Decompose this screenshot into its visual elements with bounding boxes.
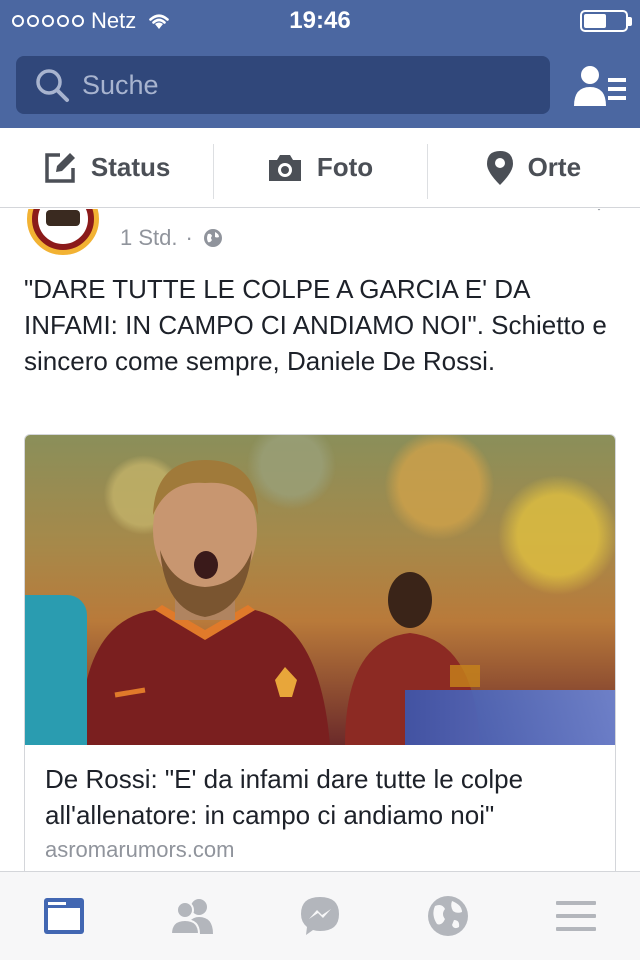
friend-requests-icon[interactable] (572, 64, 628, 108)
tab-friends[interactable] (128, 872, 256, 960)
news-feed-icon (44, 898, 84, 934)
post-meta: 1 Std. · (120, 225, 223, 251)
player-photo (80, 460, 330, 745)
photo-button[interactable]: Foto (213, 128, 426, 207)
tab-messenger[interactable] (256, 872, 384, 960)
bottom-tab-bar (0, 871, 640, 960)
tab-notifications[interactable] (384, 872, 512, 960)
post-options-chevron-icon[interactable] (594, 209, 604, 211)
globe-icon (203, 229, 222, 247)
link-domain: asromarumors.com (45, 837, 235, 862)
battery-icon (580, 10, 632, 32)
meta-separator: · (185, 225, 193, 250)
ad-board (405, 690, 615, 745)
link-preview-image (25, 435, 615, 745)
search-icon (36, 69, 69, 102)
photo-label: Foto (316, 152, 374, 182)
edit-icon (45, 152, 75, 183)
link-preview-card[interactable]: De Rossi: "E' da infami dare tutte le co… (24, 434, 616, 871)
wolf-logo-icon (46, 210, 80, 226)
post-text: "DARE TUTTE LE COLPE A GARCIA E' DA INFA… (24, 274, 607, 376)
battery-level (584, 14, 607, 28)
page-avatar[interactable] (27, 209, 99, 255)
camera-icon (268, 154, 301, 181)
news-feed[interactable]: 1 Std. · "DARE TUTTE LE COLPE A GARCIA E… (0, 209, 640, 871)
checkin-button[interactable]: Orte (426, 128, 640, 207)
post-timestamp[interactable]: 1 Std. (120, 225, 177, 251)
friends-icon (169, 899, 213, 935)
status-label: Status (90, 152, 171, 182)
menu-icon (556, 901, 596, 931)
referee-figure (25, 595, 87, 745)
composer-bar: Status Foto Orte (0, 128, 640, 208)
link-title: De Rossi: "E' da infami dare tutte le co… (45, 764, 524, 830)
feed-post: 1 Std. · "DARE TUTTE LE COLPE A GARCIA E… (0, 209, 640, 871)
tab-news-feed[interactable] (0, 872, 128, 960)
notifications-globe-icon (428, 896, 468, 936)
checkin-label: Orte (527, 152, 582, 182)
messenger-icon (301, 897, 339, 935)
tab-menu[interactable] (512, 872, 640, 960)
search-bar[interactable] (16, 56, 550, 114)
search-input[interactable] (82, 69, 502, 101)
top-header: Netz 19:46 (0, 0, 640, 128)
location-pin-icon (486, 150, 513, 185)
status-bar: Netz 19:46 (0, 0, 640, 40)
clock: 19:46 (289, 7, 351, 34)
status-button[interactable]: Status (0, 128, 213, 207)
